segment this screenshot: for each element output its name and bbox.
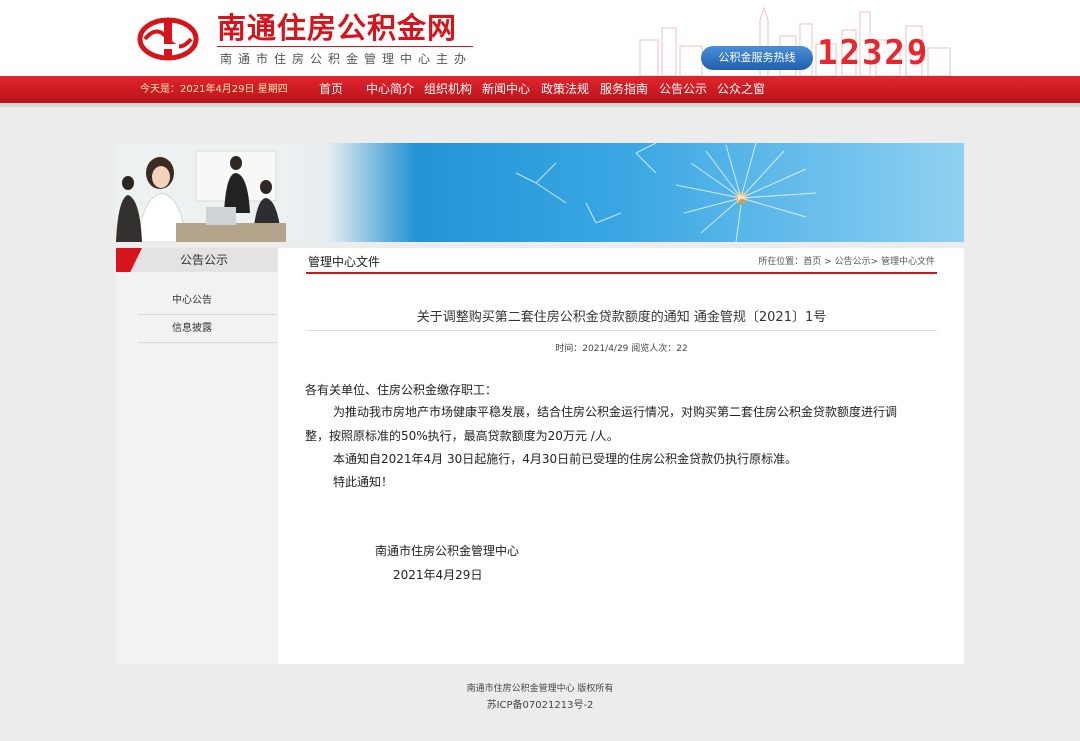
main-content: 管理中心文件 所在位置：首页 > 公告公示> 管理中心文件 关于调整购买第二套住… — [278, 248, 964, 664]
article-salutation: 各有关单位、住房公积金缴存职工： — [305, 383, 498, 397]
nav-item-news[interactable]: 新闻中心 — [482, 76, 530, 103]
section-header: 管理中心文件 所在位置：首页 > 公告公示> 管理中心文件 — [306, 248, 937, 274]
nav-item-public-window[interactable]: 公众之窗 — [717, 76, 765, 103]
sidebar-header: 公告公示 — [116, 248, 278, 272]
breadcrumb-current[interactable]: 管理中心文件 — [881, 257, 935, 267]
article-paragraph: 特此通知！ — [333, 475, 394, 489]
hotline-label: 公积金服务热线 — [701, 46, 813, 70]
article-title: 关于调整购买第二套住房公积金贷款额度的通知 通金管规〔2021〕1号 — [416, 310, 827, 325]
nav-item-organization[interactable]: 组织机构 — [424, 76, 472, 103]
nav-item-policy[interactable]: 政策法规 — [541, 76, 589, 103]
banner-image — [116, 143, 964, 242]
nav-item-announcements[interactable]: 公告公示 — [659, 76, 707, 103]
site-title[interactable]: 南通住房公积金网 — [217, 10, 457, 46]
main-nav: 今天是：2021年4月29日 星期四 首页 中心简介 组织机构 新闻中心 政策法… — [0, 76, 1080, 107]
housing-fund-logo-icon[interactable] — [137, 14, 199, 64]
site-header: 南通住房公积金网 南通市住房公积金管理中心主办 公积金服务热线 12329 — [0, 0, 1080, 76]
article-signature-date: 2021年4月29日 — [393, 568, 483, 582]
nav-item-home[interactable]: 首页 — [319, 76, 343, 103]
today-date: 今天是：2021年4月29日 星期四 — [140, 84, 288, 95]
footer-icp[interactable]: 苏ICP备07021213号-2 — [0, 696, 1080, 711]
breadcrumb-home[interactable]: 首页 — [803, 257, 821, 267]
sidebar-item-center-announcements[interactable]: 中心公告 — [138, 287, 277, 315]
title-divider — [217, 46, 473, 47]
article-divider — [306, 330, 937, 331]
article-paragraph: 本通知自2021年4月 30日起施行，4月30日前已受理的住房公积金贷款仍执行原… — [333, 452, 798, 466]
breadcrumb-announcements[interactable]: 公告公示 — [835, 257, 871, 267]
breadcrumb-separator: > — [821, 257, 835, 267]
article-paragraph: 整，按照原标准的50%执行，最高贷款额度为20万元 /人。 — [305, 429, 619, 443]
hotline-number: 12329 — [817, 33, 930, 73]
sidebar-item-info-disclosure[interactable]: 信息披露 — [138, 315, 277, 343]
nav-item-service-guide[interactable]: 服务指南 — [600, 76, 648, 103]
article-meta: 时间：2021/4/29 阅览人次：22 — [555, 344, 688, 354]
nav-item-about[interactable]: 中心简介 — [366, 76, 414, 103]
breadcrumb-separator: > — [870, 257, 881, 267]
sidebar-title: 公告公示 — [179, 253, 228, 267]
section-title: 管理中心文件 — [308, 255, 381, 269]
dandelion-decoration — [515, 143, 817, 242]
breadcrumb: 所在位置：首页 > 公告公示> 管理中心文件 — [758, 248, 935, 276]
sidebar: 公告公示 中心公告 信息披露 — [116, 248, 278, 664]
site-subtitle: 南通市住房公积金管理中心主办 — [220, 52, 473, 66]
article-paragraph: 为推动我市房地产市场健康平稳发展，结合住房公积金运行情况，对购买第二套住房公积金… — [333, 405, 898, 419]
footer-copyright: 南通市住房公积金管理中心 版权所有 — [466, 684, 614, 694]
breadcrumb-prefix: 所在位置： — [758, 257, 804, 267]
article-signature-org: 南通市住房公积金管理中心 — [375, 544, 520, 558]
